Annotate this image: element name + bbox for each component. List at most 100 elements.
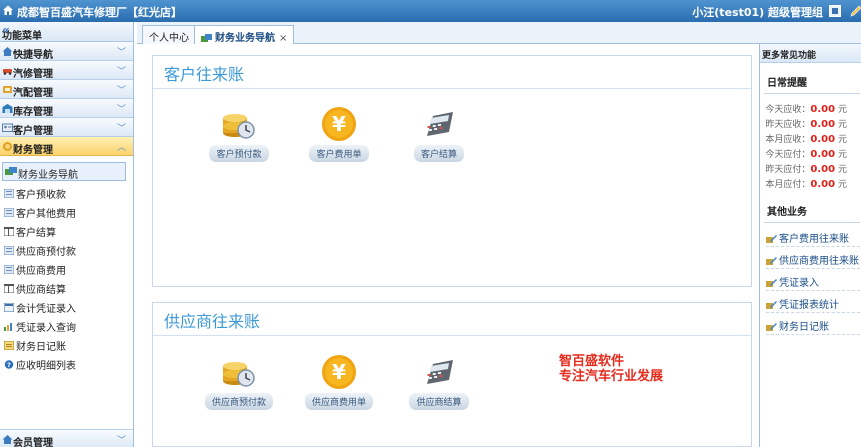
divider [764, 93, 860, 94]
close-tab-icon[interactable]: × [279, 33, 287, 44]
sidebar-item-label: 供应商预付款 [16, 247, 76, 258]
sidebar-item-label: 供应商结算 [16, 285, 66, 296]
stat-label: 昨天应付： [765, 165, 811, 175]
chevron-down-icon[interactable]: ﹀ [117, 83, 126, 96]
sidebar-item-customer-settlement[interactable]: 客户结算 [4, 224, 56, 240]
sidebar-section-quick-nav[interactable]: 快捷导航 ﹀ [0, 42, 133, 61]
voucher-icon [4, 303, 14, 312]
edit-doc-icon [766, 279, 777, 287]
sidebar-item-supplier-prepay[interactable]: 供应商预付款 [4, 243, 76, 259]
sidebar-section-finance[interactable]: 财务管理 ︿ [0, 137, 133, 156]
customer-prepay-button[interactable]: 客户预付款 [209, 145, 269, 162]
link-label: 凭证录入 [779, 278, 819, 289]
yen-coin-icon: ¥ [322, 355, 356, 389]
calculator-icon [427, 112, 453, 136]
list-icon [4, 265, 14, 274]
sidebar-item-customer-other-fees[interactable]: 客户其他费用 [4, 205, 76, 221]
link-voucher-entry[interactable]: 凭证录入 [766, 271, 860, 291]
sidebar-item-label: 会计凭证录入 [16, 304, 76, 315]
stat-month-receivable: 本月应收：0.00 元 [765, 132, 847, 145]
settings-icon[interactable] [829, 5, 841, 17]
svg-text:¥: ¥ [332, 112, 346, 136]
divider [153, 335, 751, 336]
nav-icon [5, 167, 17, 175]
other-business-title: 其他业务 [767, 207, 807, 218]
tab-finance-nav[interactable]: 财务业务导航 × [194, 25, 295, 45]
stat-month-payable: 本月应付：0.00 元 [765, 177, 847, 190]
customer-prepay-function[interactable]: 客户预付款 [199, 106, 279, 162]
sidebar-section-inventory[interactable]: 库存管理 ﹀ [0, 99, 133, 118]
stat-value: 0.00 [810, 119, 836, 130]
table-icon [4, 284, 14, 293]
customer-settlement-function[interactable]: 客户结算 [399, 106, 479, 162]
sidebar-item-label: 应收明细列表 [16, 361, 76, 372]
customer-fee-button[interactable]: 客户费用单 [309, 145, 369, 162]
chevron-down-icon[interactable]: ﹀ [117, 102, 126, 115]
sidebar-section-label: 库存管理 [13, 107, 53, 118]
parts-icon [3, 86, 12, 93]
tab-bar: 个人中心 财务业务导航 × [137, 22, 861, 45]
svg-text:?: ? [7, 362, 11, 369]
sidebar-item-finance-nav[interactable]: 财务业务导航 [2, 162, 126, 181]
stat-label: 昨天应收： [765, 120, 811, 130]
stat-label: 今天应付： [765, 150, 811, 160]
sidebar-item-voucher-query[interactable]: 凭证录入查询 [4, 319, 76, 335]
edit-icon[interactable] [850, 5, 861, 17]
right-panel: 更多常见功能 日常提醒 今天应收：0.00 元 昨天应收：0.00 元 本月应收… [759, 44, 861, 447]
sidebar-section-repair[interactable]: 汽修管理 ﹀ [0, 61, 133, 80]
link-label: 客户费用往来账 [779, 234, 849, 245]
journal-icon [4, 341, 14, 350]
collapse-sidebar-icon[interactable]: « [2, 23, 127, 37]
supplier-fee-function[interactable]: ¥ 供应商费用单 [299, 354, 379, 410]
bar-chart-icon [4, 323, 12, 331]
supplier-prepay-function[interactable]: 供应商预付款 [199, 354, 279, 410]
sidebar-section-parts[interactable]: 汽配管理 ﹀ [0, 80, 133, 99]
sidebar-section-customers[interactable]: 客户管理 ﹀ [0, 118, 133, 137]
edit-doc-icon [766, 323, 777, 331]
link-supplier-fee-accounts[interactable]: 供应商费用往来账 [766, 249, 860, 269]
tab-personal-center[interactable]: 个人中心 [142, 25, 196, 44]
home-icon[interactable] [2, 4, 14, 16]
sidebar-item-customer-prepay[interactable]: 客户预收款 [4, 186, 66, 202]
stat-yesterday-receivable: 昨天应收：0.00 元 [765, 117, 847, 130]
supplier-prepay-button[interactable]: 供应商预付款 [204, 393, 273, 410]
main-content: 客户往来账 客户预付款 ¥ 客户费用单 客户结算 供应商往来账 供应商预付款 ¥… [137, 44, 757, 447]
sidebar-section-label: 财务管理 [13, 145, 53, 156]
link-finance-journal[interactable]: 财务日记账 [766, 315, 860, 335]
supplier-settlement-button[interactable]: 供应商结算 [409, 393, 469, 410]
stat-unit: 元 [837, 150, 847, 160]
supplier-fee-button[interactable]: 供应商费用单 [304, 393, 373, 410]
promo-line-1: 智百盛软件 [559, 354, 625, 369]
stat-value: 0.00 [810, 179, 836, 190]
stat-unit: 元 [837, 135, 847, 145]
customer-settlement-button[interactable]: 客户结算 [413, 145, 464, 162]
chevron-up-icon[interactable]: ︿ [117, 140, 126, 153]
link-voucher-report[interactable]: 凭证报表统计 [766, 293, 860, 313]
sidebar-item-supplier-settlement[interactable]: 供应商结算 [4, 281, 66, 297]
supplier-settlement-function[interactable]: 供应商结算 [399, 354, 479, 410]
sidebar-section-label: 会员管理 [13, 438, 53, 447]
chevron-down-icon[interactable]: ﹀ [117, 121, 126, 134]
link-customer-fee-accounts[interactable]: 客户费用往来账 [766, 227, 860, 247]
chevron-down-icon[interactable]: ﹀ [117, 64, 126, 77]
chevron-down-icon[interactable]: ﹀ [117, 45, 126, 58]
sidebar-item-supplier-fees[interactable]: 供应商费用 [4, 262, 66, 278]
nav-icon [201, 34, 212, 42]
sidebar-section-label: 客户管理 [13, 126, 53, 137]
sidebar-item-voucher-entry[interactable]: 会计凭证录入 [4, 300, 76, 316]
sidebar-item-label: 凭证录入查询 [16, 323, 76, 334]
link-label: 财务日记账 [779, 322, 829, 333]
svg-text:¥: ¥ [332, 360, 346, 384]
house-icon [2, 435, 13, 444]
customer-fee-function[interactable]: ¥ 客户费用单 [299, 106, 379, 162]
sidebar-section-label: 汽修管理 [13, 69, 53, 80]
sidebar-section-members[interactable]: 会员管理 ﹀ [0, 429, 133, 447]
chevron-down-icon[interactable]: ﹀ [117, 433, 126, 446]
user-info: 小汪(test01) 超级管理组 [692, 6, 823, 19]
stat-label: 今天应收： [765, 105, 811, 115]
table-icon [4, 227, 14, 236]
stat-unit: 元 [837, 180, 847, 190]
sidebar-item-receivables-list[interactable]: ? 应收明细列表 [4, 357, 76, 373]
divider [153, 88, 751, 89]
sidebar-item-finance-journal[interactable]: 财务日记账 [4, 338, 66, 354]
